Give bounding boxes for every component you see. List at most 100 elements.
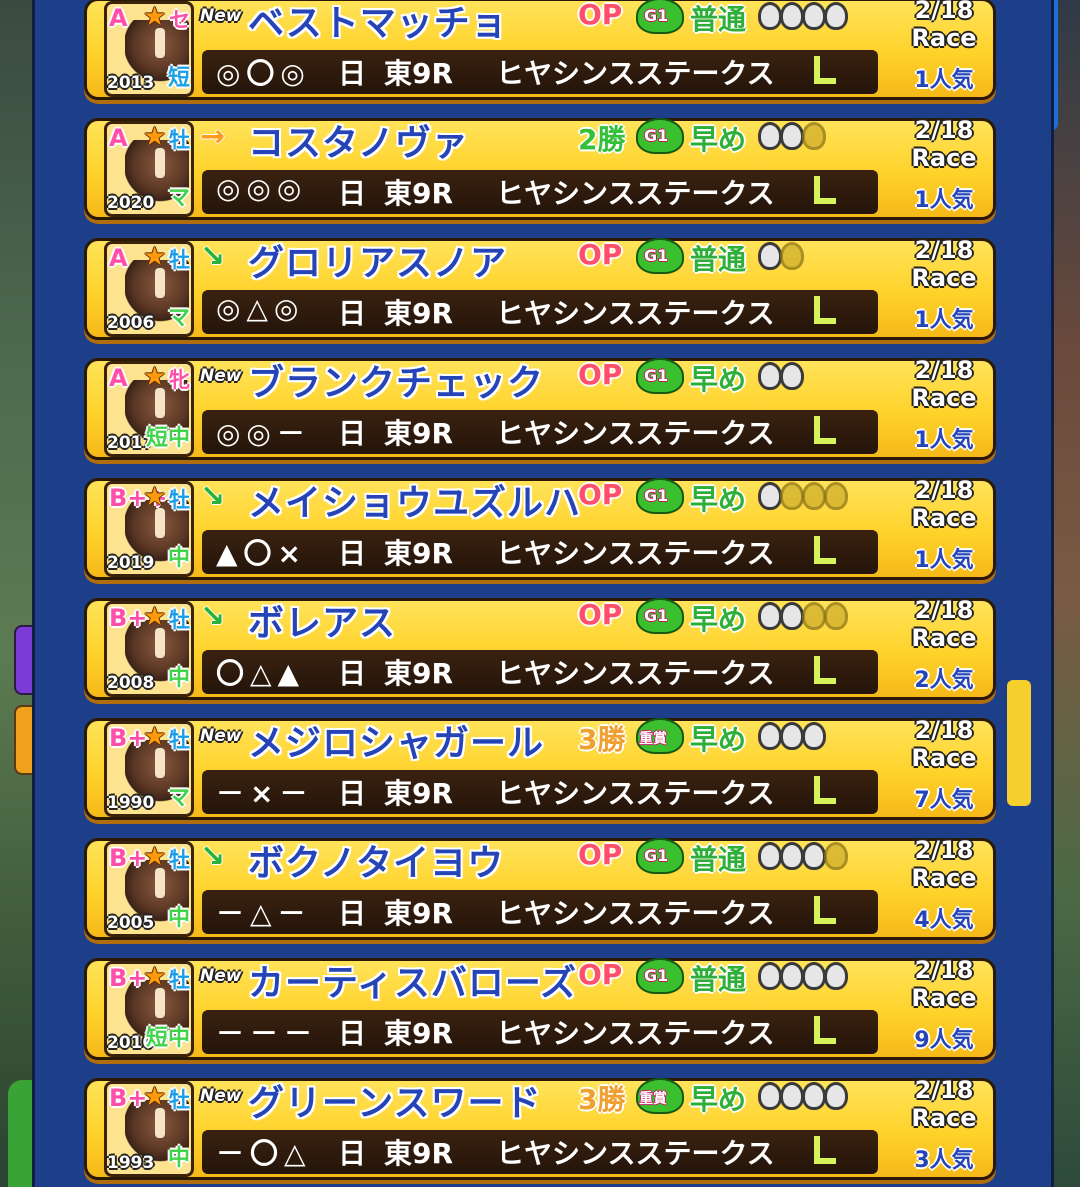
distance-l-icon (814, 176, 836, 204)
distance-l-icon (814, 896, 836, 924)
race-class: OP (578, 958, 623, 991)
distance-aptitude: マ (167, 786, 190, 811)
grade-label: G1 (644, 606, 669, 625)
rank-label: A (109, 364, 128, 392)
horse-blaze (155, 508, 165, 538)
star-icon: ★ (143, 2, 167, 32)
horseshoe-icon (780, 722, 804, 750)
horse-blaze (155, 868, 165, 898)
horse-row[interactable]: B+ ★ 牡 2008 中 ↘ ボレアス OP G1 早め 2/18 Race 2人気 〇△▲ 日東9R ヒヤ… (84, 596, 996, 704)
distance-l-icon (814, 656, 836, 684)
race-day: 日 (338, 57, 367, 90)
horse-portrait[interactable]: B++ ★ 牡 2019 中 (104, 481, 194, 577)
status-badge: New (200, 960, 241, 992)
star-icon: ★ (143, 242, 167, 272)
horse-row[interactable]: B++ ★ 牡 2019 中 ↘ メイショウユズルハ OP G1 早め 2/18 Race 1人気 ▲〇×… (84, 476, 996, 584)
horse-portrait[interactable]: B+ ★ 牡 2005 中 (104, 841, 194, 937)
horse-row[interactable]: A ★ 牡 2006 マ ↘ グロリアスノア OP G1 普通 2/18 Race 1人気 ◎△◎ 日東9R… (84, 236, 996, 344)
race-name: ヒヤシンスステークス (496, 177, 775, 210)
race-name: ヒヤシンスステークス (496, 657, 775, 690)
horseshoe-rating (758, 362, 804, 390)
horse-portrait[interactable]: B+ ★ 牡 1990 マ (104, 721, 194, 817)
distance-aptitude: マ (167, 306, 190, 331)
horse-portrait[interactable]: A ★ セ 2013 短 (104, 1, 194, 97)
status-badge: ↘ (200, 239, 225, 274)
horse-row[interactable]: A ★ セ 2013 短 New ベストマッチョ OP G1 普通 2/18 Race 1人気 ◎〇◎ 日東… (84, 0, 996, 104)
race-class: 3勝 (578, 723, 626, 756)
horseshoe-icon (802, 1082, 826, 1110)
horse-row[interactable]: A ★ 牝 2017 短中 New ブランクチェック OP G1 早め 2/18 Race 1人気 ◎◎－… (84, 356, 996, 464)
scrollbar-thumb[interactable] (1007, 680, 1031, 806)
birth-year: 2020 (107, 193, 155, 213)
horse-row[interactable]: A ★ 牡 2020 マ → コスタノヴァ 2勝 G1 早め 2/18 Race 1人気 ◎◎◎ 日東9R ヒ… (84, 116, 996, 224)
distance-l-icon (814, 1016, 836, 1044)
distance-aptitude: 中 (167, 906, 190, 931)
horseshoe-icon (758, 362, 782, 390)
running-pace: 早め (690, 483, 747, 516)
race-label: Race (911, 624, 977, 652)
horse-row[interactable]: B+ ★ 牡 1990 マ New メジロシャガール 3勝 重賞 早め 2/18 Race 7人気 －×－… (84, 716, 996, 824)
horseshoe-icon (824, 962, 848, 990)
horseshoe-rating (758, 962, 848, 990)
side-tab-green[interactable] (8, 1080, 34, 1187)
sex-label: 牡 (169, 128, 190, 152)
rank-label: B+ (109, 604, 148, 632)
popularity-label: 9人気 (914, 1028, 974, 1053)
horse-portrait[interactable]: B+ ★ 牡 2008 中 (104, 601, 194, 697)
race-date: 2/18 Race (904, 596, 984, 652)
race-class: OP (578, 358, 623, 391)
date-label: 2/18 (914, 596, 974, 624)
race-name: ヒヤシンスステークス (496, 297, 775, 330)
horse-name: ボクノタイヨウ (248, 843, 505, 884)
distance-l-icon (814, 56, 836, 84)
race-info-bar: ◎◎◎ 日東9R ヒヤシンスステークス (202, 170, 878, 214)
horse-portrait[interactable]: A ★ 牡 2020 マ (104, 121, 194, 217)
running-pace: 普通 (690, 3, 747, 36)
race-venue: 東9R (384, 777, 454, 810)
race-day: 日 (338, 537, 367, 570)
race-info-bar: －×－ 日東9R ヒヤシンスステークス (202, 770, 878, 814)
race-date: 2/18 Race (904, 356, 984, 412)
trend-down-icon: ↘ (200, 478, 226, 514)
horseshoe-icon (802, 122, 826, 150)
grade-leaf-icon: 重賞 (636, 718, 684, 754)
race-info-bar: ◎◎－ 日東9R ヒヤシンスステークス (202, 410, 878, 454)
race-venue: 東9R (384, 297, 454, 330)
distance-aptitude: 中 (167, 1146, 190, 1171)
running-pace: 早め (690, 723, 747, 756)
status-badge: New (200, 0, 241, 32)
popularity-label: 4人気 (914, 908, 974, 933)
date-label: 2/18 (914, 956, 974, 984)
race-day: 日 (338, 1017, 367, 1050)
new-badge: New (200, 726, 242, 746)
horse-portrait[interactable]: A ★ 牝 2017 短中 (104, 361, 194, 457)
grade-label: G1 (644, 6, 669, 25)
prediction-marks: －×－ (216, 777, 314, 810)
horse-row[interactable]: B+ ★ 牡 2005 中 ↘ ボクノタイヨウ OP G1 普通 2/18 Race 4人気 －△－ 日東9… (84, 836, 996, 944)
race-date: 2/18 Race (904, 236, 984, 292)
race-date: 2/18 Race (904, 956, 984, 1012)
date-label: 2/18 (914, 116, 974, 144)
horseshoe-icon (758, 602, 782, 630)
distance-aptitude: 短中 (145, 426, 190, 451)
grade-label: 重賞 (639, 1091, 667, 1107)
prediction-marks: ◎◎◎ (216, 172, 308, 205)
horse-portrait[interactable]: B+ ★ 牡 1993 中 (104, 1081, 194, 1177)
race-class: OP (578, 0, 623, 31)
status-badge: New (200, 720, 241, 752)
prediction-marks: ◎△◎ (216, 292, 305, 325)
race-day: 日 (338, 417, 367, 450)
distance-l-icon (814, 536, 836, 564)
race-name: ヒヤシンスステークス (496, 777, 775, 810)
horse-blaze (155, 268, 165, 298)
horseshoe-rating (758, 2, 848, 30)
horse-row[interactable]: B+ ★ 牡 1993 中 New グリーンスワード 3勝 重賞 早め 2/18 Race 3人気 －〇△… (84, 1076, 996, 1184)
prediction-marks: －△－ (216, 897, 312, 930)
birth-year: 2005 (107, 913, 155, 933)
horse-portrait[interactable]: B+ ★ 牡 2010 短中 (104, 961, 194, 1057)
grade-leaf-icon: G1 (636, 118, 684, 154)
horse-row[interactable]: B+ ★ 牡 2010 短中 New カーティスバローズ OP G1 普通 2/18 Race 9人気 －… (84, 956, 996, 1064)
grade-leaf-icon: G1 (636, 238, 684, 274)
horse-portrait[interactable]: A ★ 牡 2006 マ (104, 241, 194, 337)
race-venue: 東9R (384, 897, 454, 930)
